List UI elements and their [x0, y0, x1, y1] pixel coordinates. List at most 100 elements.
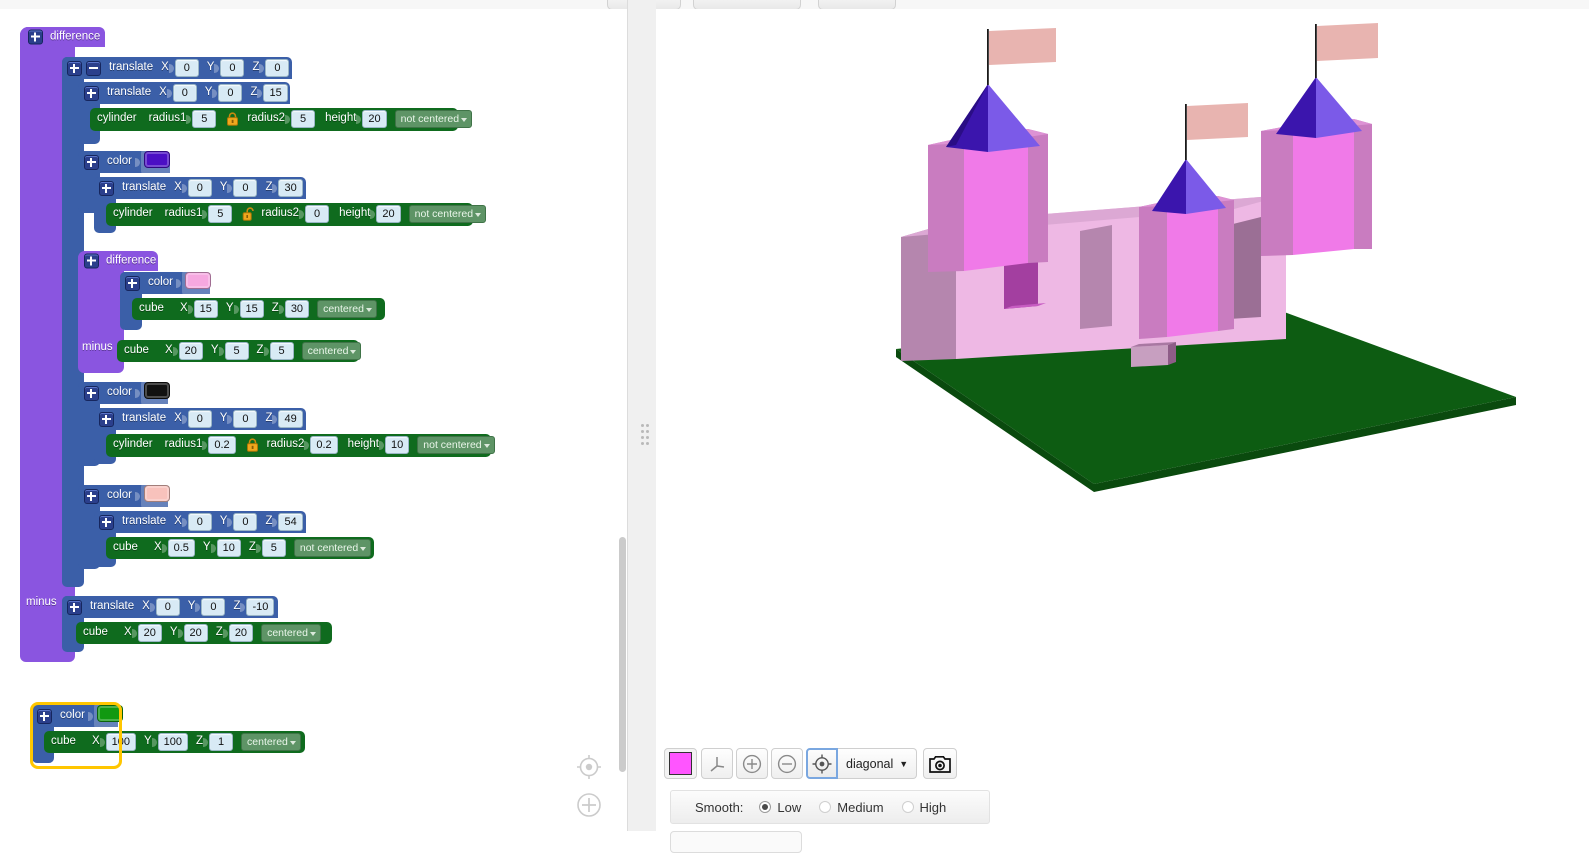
- pane-gutter[interactable]: [628, 0, 656, 831]
- lock-open-icon[interactable]: [242, 207, 255, 221]
- mutator-plus-icon[interactable]: [84, 155, 99, 170]
- color-swatch[interactable]: [144, 485, 170, 502]
- cube1-z[interactable]: 30: [285, 300, 309, 318]
- translate3-x[interactable]: 0: [188, 410, 212, 428]
- translate-minus-x[interactable]: 0: [156, 598, 180, 616]
- smooth-option-low[interactable]: Low: [759, 800, 801, 815]
- mutator-plus-icon[interactable]: [84, 254, 99, 269]
- ground-cube-centered-dropdown[interactable]: centered: [241, 733, 301, 751]
- block-workspace[interactable]: difference minus translate X 0 Y 0 Z 0 t…: [0, 9, 627, 831]
- smooth-option-medium[interactable]: Medium: [819, 800, 883, 815]
- cube-minus-z[interactable]: 20: [229, 624, 253, 642]
- ground-cube-z[interactable]: 1: [209, 733, 233, 751]
- cube2-x[interactable]: 20: [179, 342, 203, 360]
- translate3-y[interactable]: 0: [233, 410, 257, 428]
- translate-outer-y[interactable]: 0: [220, 59, 244, 77]
- cube-minus-centered-dropdown[interactable]: centered: [261, 624, 321, 642]
- mutator-plus-icon[interactable]: [67, 61, 82, 76]
- translate2-y[interactable]: 0: [233, 179, 257, 197]
- mutator-plus-icon[interactable]: [28, 30, 43, 45]
- 3d-viewer-pane[interactable]: diagonal ▼ Smooth: Low Medium High: [656, 9, 1589, 831]
- cylinder2-radius1[interactable]: 5: [208, 205, 232, 223]
- translate-outer-z[interactable]: 0: [265, 59, 289, 77]
- cube2-y[interactable]: 5: [225, 342, 249, 360]
- cylinder1-height[interactable]: 20: [362, 110, 386, 128]
- mutator-minus-icon[interactable]: [86, 61, 101, 76]
- color3-swatch-wrap[interactable]: [141, 380, 173, 406]
- 3d-render-canvas[interactable]: [656, 9, 1589, 744]
- zoom-in-button[interactable]: [736, 748, 768, 779]
- translate-minus-y[interactable]: 0: [201, 598, 225, 616]
- cylinder2-radius2[interactable]: 0: [305, 205, 329, 223]
- mutator-plus-icon[interactable]: [99, 181, 114, 196]
- color2-swatch-wrap[interactable]: [182, 270, 214, 296]
- zoom-out-button[interactable]: [771, 748, 803, 779]
- mutator-plus-icon[interactable]: [67, 600, 82, 615]
- translate3-z[interactable]: 49: [278, 410, 302, 428]
- cylinder2-centered-dropdown[interactable]: not centered: [409, 205, 486, 223]
- workspace-scrollbar[interactable]: [619, 537, 626, 772]
- render-color-button[interactable]: [664, 748, 697, 779]
- cylinder2-height[interactable]: 20: [376, 205, 400, 223]
- translate2-z[interactable]: 30: [278, 179, 302, 197]
- color4-swatch-wrap[interactable]: [141, 483, 173, 509]
- cube2-centered-dropdown[interactable]: centered: [302, 342, 362, 360]
- cube3-y[interactable]: 10: [217, 539, 241, 557]
- cube-minus-x[interactable]: 20: [138, 624, 162, 642]
- ground-cube-x[interactable]: 100: [106, 733, 136, 751]
- cylinder3-radius2[interactable]: 0.2: [310, 436, 337, 454]
- pane-resize-grip[interactable]: [641, 424, 653, 446]
- cylinder3-height[interactable]: 10: [385, 436, 409, 454]
- axes-toggle-button[interactable]: [701, 748, 733, 779]
- center-view-control[interactable]: [574, 752, 604, 782]
- cube3-centered-dropdown[interactable]: not centered: [294, 539, 371, 557]
- radio-dot[interactable]: [819, 801, 831, 813]
- cylinder3-radius1[interactable]: 0.2: [208, 436, 235, 454]
- mutator-plus-icon[interactable]: [37, 709, 52, 724]
- cube2-z[interactable]: 5: [270, 342, 294, 360]
- translate-inner1-y[interactable]: 0: [218, 84, 242, 102]
- translate-inner1-z[interactable]: 15: [263, 84, 287, 102]
- cube1-centered-dropdown[interactable]: centered: [317, 300, 377, 318]
- translate4-x[interactable]: 0: [188, 513, 212, 531]
- cylinder1-centered-dropdown[interactable]: not centered: [395, 110, 472, 128]
- mutator-plus-icon[interactable]: [125, 276, 140, 291]
- translate2-x[interactable]: 0: [188, 179, 212, 197]
- lock-closed-icon[interactable]: [246, 438, 259, 452]
- translate-minus-z[interactable]: -10: [246, 598, 274, 616]
- cube1-y[interactable]: 15: [240, 300, 264, 318]
- lock-closed-icon[interactable]: [226, 112, 239, 126]
- center-view-button[interactable]: [806, 748, 838, 779]
- mutator-plus-icon[interactable]: [84, 489, 99, 504]
- snapshot-button[interactable]: [923, 748, 957, 779]
- color-swatch[interactable]: [144, 151, 170, 168]
- bottom-partial-control[interactable]: [670, 831, 802, 853]
- color-swatch[interactable]: [185, 272, 211, 289]
- cylinder1-radius1[interactable]: 5: [192, 110, 216, 128]
- translate-outer-x[interactable]: 0: [175, 59, 199, 77]
- render-color-swatch[interactable]: [669, 752, 692, 775]
- translate4-z[interactable]: 54: [278, 513, 302, 531]
- view-mode-dropdown[interactable]: diagonal ▼: [838, 748, 917, 779]
- color-swatch[interactable]: [97, 705, 123, 722]
- color-swatch[interactable]: [144, 382, 170, 399]
- cube-minus-y[interactable]: 20: [184, 624, 208, 642]
- cylinder3-centered-dropdown[interactable]: not centered: [417, 436, 494, 454]
- radio-dot[interactable]: [902, 801, 914, 813]
- color1-swatch-wrap[interactable]: [141, 149, 173, 175]
- zoom-in-control[interactable]: [574, 790, 604, 820]
- mutator-plus-icon[interactable]: [99, 412, 114, 427]
- cube3-z[interactable]: 5: [262, 539, 286, 557]
- smooth-option-high[interactable]: High: [902, 800, 947, 815]
- mutator-plus-icon[interactable]: [99, 515, 114, 530]
- cube3-x[interactable]: 0.5: [168, 539, 195, 557]
- cube1-x[interactable]: 15: [194, 300, 218, 318]
- radio-dot-selected[interactable]: [759, 801, 771, 813]
- mutator-plus-icon[interactable]: [84, 386, 99, 401]
- ground-cube-y[interactable]: 100: [158, 733, 188, 751]
- mutator-plus-icon[interactable]: [84, 86, 99, 101]
- translate4-y[interactable]: 0: [233, 513, 257, 531]
- cylinder1-radius2[interactable]: 5: [291, 110, 315, 128]
- translate-inner1-x[interactable]: 0: [173, 84, 197, 102]
- ground-color-swatch-wrap[interactable]: [94, 703, 126, 729]
